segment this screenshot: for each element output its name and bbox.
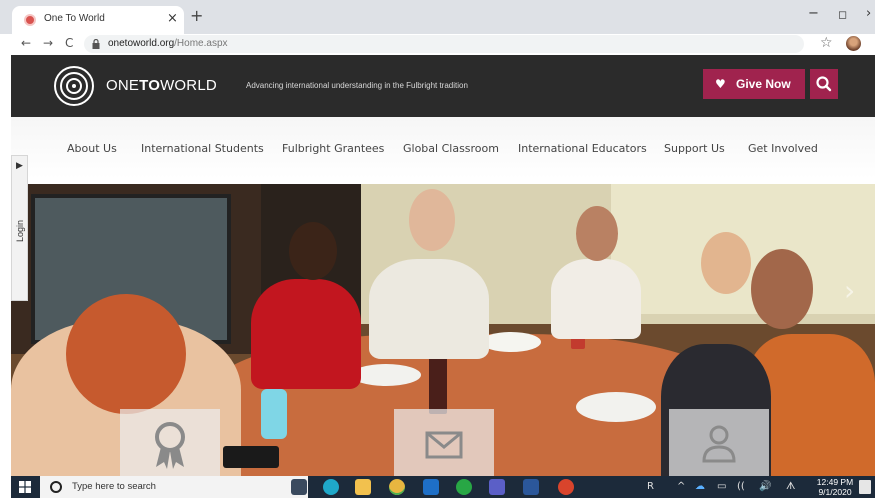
main-navigation: About Us International Students Fulbrigh… — [11, 117, 875, 179]
teams-icon[interactable] — [489, 479, 505, 495]
hero-person-head — [576, 206, 618, 261]
tab-close-icon[interactable]: × — [167, 11, 178, 26]
forward-button[interactable]: → — [43, 36, 53, 50]
new-tab-button[interactable]: + — [190, 6, 203, 25]
browser-tab-strip: One To World × + − ◻ › — [0, 0, 875, 34]
tab-title: One To World — [44, 13, 105, 24]
hero-person-hair — [66, 294, 186, 414]
nav-global-classroom[interactable]: Global Classroom — [403, 142, 499, 155]
chrome-icon[interactable] — [389, 479, 405, 495]
bookmark-star-icon[interactable]: ☆ — [820, 35, 833, 51]
nav-fulbright-grantees[interactable]: Fulbright Grantees — [282, 142, 384, 155]
site-header: ONETOWORLD Advancing international under… — [11, 55, 875, 117]
nav-about-us[interactable]: About Us — [67, 142, 117, 155]
hero-person-head — [289, 222, 337, 280]
window-close-button[interactable]: › — [866, 6, 871, 21]
window-maximize-button[interactable]: ◻ — [838, 8, 847, 21]
onedrive-icon[interactable]: ☁ — [695, 481, 705, 492]
pen-icon[interactable]: ᗑ — [786, 481, 795, 492]
logo-text-to: TO — [139, 77, 161, 94]
hero-plate — [351, 364, 421, 386]
app-icon[interactable] — [558, 479, 574, 495]
chevron-up-icon[interactable]: ^ — [677, 481, 685, 492]
battery-icon[interactable]: ▭ — [717, 481, 726, 492]
give-now-button[interactable]: ♥ Give Now — [703, 69, 805, 99]
login-side-tab[interactable]: ▶ Login — [11, 155, 28, 301]
word-icon[interactable] — [523, 479, 539, 495]
site-tagline: Advancing international understanding in… — [246, 81, 468, 90]
browser-tab[interactable]: One To World × — [12, 6, 184, 34]
site-favicon-icon — [24, 14, 36, 26]
reload-button[interactable]: C — [65, 36, 73, 50]
site-search-button[interactable] — [810, 69, 838, 99]
play-arrow-icon: ▶ — [16, 161, 23, 171]
notifications-icon[interactable] — [859, 480, 871, 494]
globe-logo-icon[interactable] — [53, 65, 95, 107]
hero-person-head — [701, 232, 751, 294]
quick-link-contact[interactable] — [394, 409, 494, 476]
task-view-icon[interactable] — [291, 479, 307, 495]
url-input[interactable]: onetoworld.org/Home.aspx — [84, 35, 804, 53]
wifi-icon[interactable]: (( — [737, 481, 745, 492]
window-minimize-button[interactable]: − — [808, 6, 819, 21]
award-icon — [155, 422, 185, 469]
hero-person-white-shirt — [369, 259, 489, 359]
envelope-icon — [425, 431, 463, 459]
nav-international-educators[interactable]: International Educators — [518, 142, 647, 155]
quick-link-profile[interactable] — [669, 409, 769, 476]
search-icon — [816, 76, 832, 92]
people-icon[interactable]: R — [647, 481, 654, 492]
hero-sippy-cup — [261, 389, 287, 439]
nav-international-students[interactable]: International Students — [141, 142, 264, 155]
hero-plate — [481, 332, 541, 352]
logo-text-one: ONE — [106, 77, 140, 94]
hero-person-white-top — [551, 259, 641, 339]
person-icon — [702, 425, 736, 463]
site-logo-text[interactable]: ONETOWORLD — [106, 77, 217, 94]
logo-text-world: WORLD — [160, 77, 217, 94]
windows-taskbar: Type here to search 🎙 R ^ ☁ ▭ (( 🔊 ᗑ 12:… — [11, 476, 875, 498]
app-icon[interactable] — [456, 479, 472, 495]
windows-start-icon[interactable] — [19, 481, 31, 493]
quick-link-award[interactable] — [120, 409, 220, 476]
nav-support-us[interactable]: Support Us — [664, 142, 725, 155]
back-button[interactable]: ← — [21, 36, 31, 50]
address-bar-row: ← → C onetoworld.org/Home.aspx ☆ — [0, 34, 875, 54]
url-domain: onetoworld.org — [108, 38, 175, 49]
login-label: Login — [15, 219, 25, 243]
edge-icon[interactable] — [323, 479, 339, 495]
taskbar-search-placeholder: Type here to search — [72, 481, 156, 492]
volume-icon[interactable]: 🔊 — [759, 481, 771, 492]
clock-date[interactable]: 9/1/2020 — [815, 487, 855, 497]
heart-icon: ♥ — [715, 77, 726, 91]
hero-person-red-shirt — [251, 279, 361, 389]
hero-person-head — [751, 249, 813, 329]
hero-plate — [576, 392, 656, 422]
hero-photo: › — [11, 184, 875, 476]
lock-icon — [92, 39, 100, 49]
give-now-label: Give Now — [736, 77, 791, 91]
hero-phone — [223, 446, 279, 468]
profile-avatar[interactable] — [846, 36, 861, 51]
outlook-icon[interactable] — [423, 479, 439, 495]
clock-time[interactable]: 12:49 PM — [815, 477, 855, 487]
url-path: /Home.aspx — [174, 38, 228, 49]
cortana-icon — [50, 481, 62, 493]
carousel-next-arrow[interactable]: › — [844, 274, 855, 307]
taskbar-search-box[interactable]: Type here to search 🎙 — [40, 476, 308, 498]
hero-person-head — [409, 189, 455, 251]
file-explorer-icon[interactable] — [355, 479, 371, 495]
nav-get-involved[interactable]: Get Involved — [748, 142, 818, 155]
